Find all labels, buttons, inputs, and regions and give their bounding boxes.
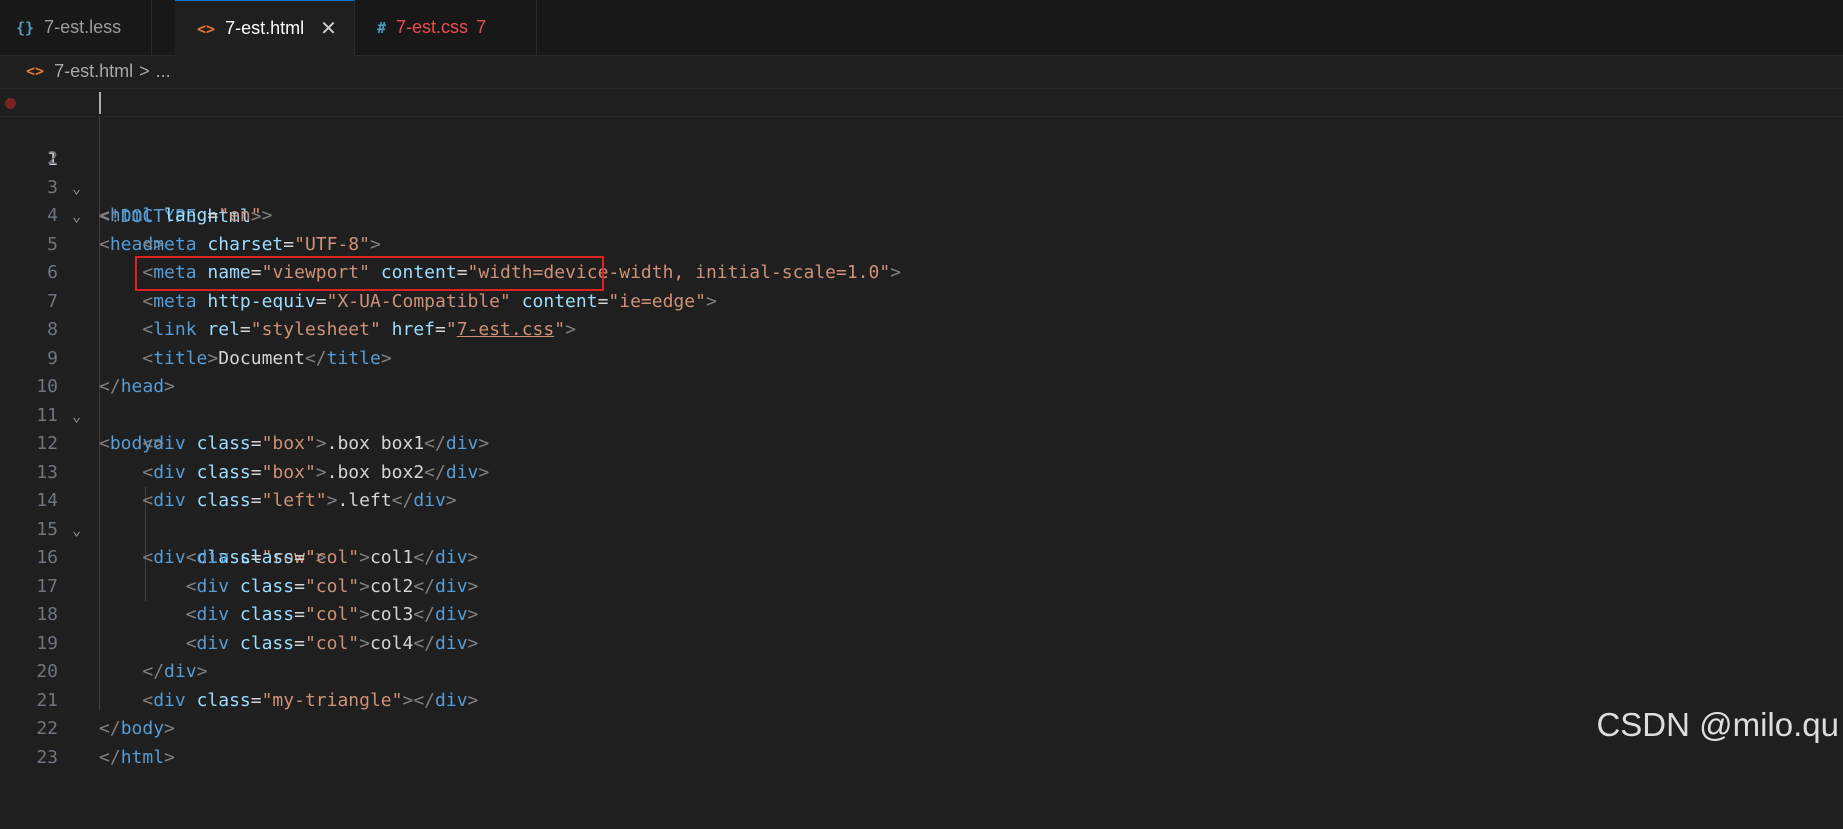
close-icon[interactable]: ✕	[320, 16, 337, 41]
breadcrumb-file[interactable]: 7-est.html	[54, 61, 133, 82]
tab-label: 7-est.less	[44, 17, 122, 37]
breadcrumb: <> 7-est.html > ...	[0, 56, 1843, 86]
watermark: CSDN @milo.qu	[1596, 706, 1839, 743]
breadcrumb-symbol[interactable]: ...	[156, 61, 171, 82]
code-line[interactable]: 14 ⌄ <div class="row">	[0, 459, 1843, 568]
tab-7-est-less[interactable]: {} 7-est.less	[0, 0, 152, 55]
code-line[interactable]: 23	[0, 715, 1843, 768]
tab-7-est-html[interactable]: <> 7-est.html ✕	[175, 0, 355, 56]
tab-7-est-css[interactable]: # 7-est.css 7	[355, 0, 537, 55]
problem-count: 7	[476, 17, 487, 37]
code-line[interactable]: 3 ⌄ <head>	[0, 145, 1843, 255]
hash-icon: #	[377, 18, 387, 37]
tab-label: 7-est.css	[396, 17, 469, 37]
code-line[interactable]: 13 <div class="left">.left</div>	[0, 430, 1843, 512]
code-line[interactable]: 9 </head>	[0, 316, 1843, 398]
text-cursor	[99, 92, 101, 114]
code-line[interactable]: 12 <div class="box">.box box2</div>	[0, 402, 1843, 483]
code-line[interactable]: 17 <div class="col">col3</div>	[0, 544, 1843, 626]
code-line[interactable]: 16 <div class="col">col2</div>	[0, 516, 1843, 597]
html-icon: <>	[26, 62, 45, 80]
code-line[interactable]: 1 <!DOCTYPE html>	[0, 88, 1843, 227]
code-line[interactable]: 10 ⌄ <body>	[0, 345, 1843, 454]
line-code: </html>	[99, 746, 175, 768]
line-number: 23	[36, 746, 58, 768]
code-line[interactable]: 4 <meta charset="UTF-8">	[0, 174, 1843, 255]
code-line[interactable]: 5 <meta name="viewport" content="width=d…	[0, 202, 1843, 284]
breakpoint-icon[interactable]	[5, 98, 16, 109]
code-line[interactable]: 20 <div class="my-triangle"></div>	[0, 630, 1843, 711]
chevron-right-icon: >	[139, 60, 150, 81]
braces-icon: {}	[16, 18, 35, 37]
code-line[interactable]: 2 ⌄ <html lang="en">	[0, 117, 1843, 226]
code-editor[interactable]: 1 <!DOCTYPE html> 2 ⌄ <html lang="en"> 3…	[0, 88, 1843, 768]
tab-label: 7-est.html	[225, 18, 305, 38]
code-line[interactable]: 15 <div class="col">col1</div>	[0, 487, 1843, 569]
html-icon: <>	[197, 19, 216, 38]
code-line[interactable]: 19 </div>	[0, 601, 1843, 683]
code-line[interactable]: 21 </body>	[0, 658, 1843, 740]
code-line[interactable]: 8 <title>Document</title>	[0, 288, 1843, 369]
tab-bar: {} 7-est.less <> 7-est.html ✕ # 7-est.cs…	[0, 0, 1843, 56]
code-line[interactable]: 11 <div class="box">.box box1</div>	[0, 373, 1843, 455]
code-line[interactable]: 18 <div class="col">col4</div>	[0, 573, 1843, 654]
code-line[interactable]: 6 <meta http-equiv="X-UA-Compatible" con…	[0, 231, 1843, 312]
highlight-box	[135, 256, 604, 291]
code-line[interactable]: 22 </html>	[0, 687, 1843, 768]
